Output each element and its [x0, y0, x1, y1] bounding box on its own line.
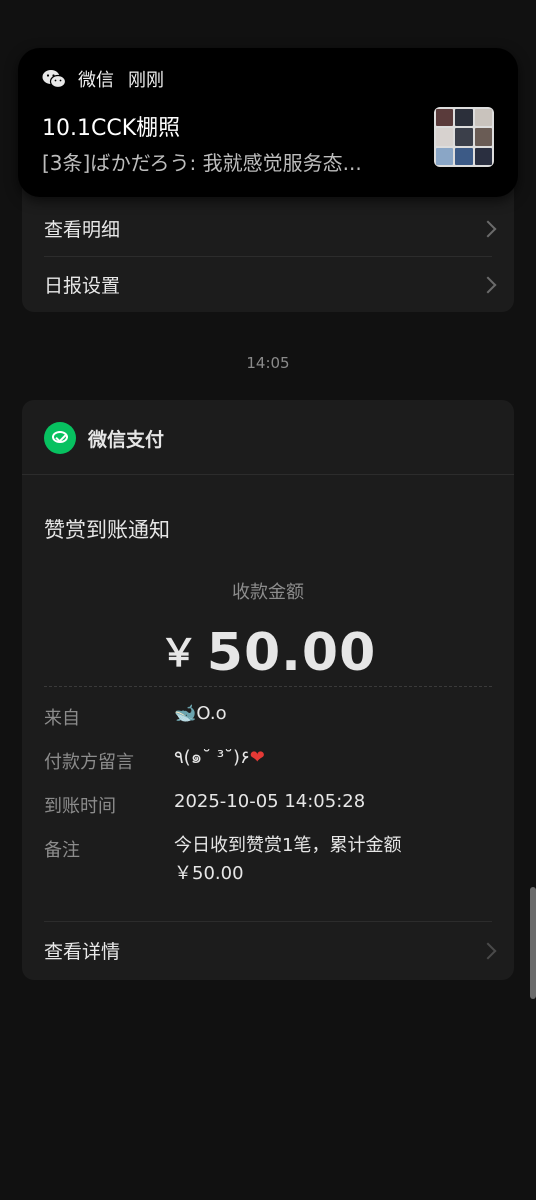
chevron-right-icon	[479, 220, 497, 237]
field-label: 备注	[44, 840, 80, 861]
notification-header: 微信 刚刚	[42, 66, 164, 92]
chevron-right-icon	[479, 942, 497, 959]
remark-line-2: ￥50.00	[174, 863, 244, 884]
notification-preview: [3条]ばかだろう: 我就感觉服务态...	[42, 151, 362, 175]
notification-app-name: 微信	[78, 70, 114, 91]
field-value: ٩(๑˘ ³˘)۶❤	[174, 744, 265, 772]
wechat-pay-icon	[44, 422, 76, 454]
chevron-right-icon	[479, 276, 497, 293]
field-label: 来自	[44, 708, 80, 729]
payer-message-text: ٩(๑˘ ³˘)۶	[174, 747, 250, 768]
view-full-details-row[interactable]: 查看详情	[22, 923, 514, 978]
amount-value: ￥ 50.00	[22, 622, 514, 683]
dashed-divider	[44, 686, 492, 687]
wechat-icon	[42, 70, 66, 89]
field-label: 到账时间	[44, 796, 116, 817]
field-value: 2025-10-05 14:05:28	[174, 791, 366, 812]
currency-symbol: ￥	[159, 631, 199, 675]
amount-label: 收款金额	[232, 582, 304, 603]
notification-banner[interactable]: 微信 刚刚 10.1CCK棚照 [3条]ばかだろう: 我就感觉服务态...	[18, 48, 518, 197]
field-value: 🐋O.o	[174, 703, 227, 724]
message-timestamp: 14:05	[246, 354, 290, 372]
pay-brand-name: 微信支付	[88, 428, 165, 451]
pay-brand-header: 微信支付	[44, 422, 164, 454]
group-avatar	[434, 107, 494, 167]
daily-report-settings-label: 日报设置	[44, 275, 121, 297]
field-label: 付款方留言	[44, 752, 134, 773]
view-details-row[interactable]: 查看明细	[22, 201, 514, 256]
divider	[22, 474, 514, 475]
heart-icon: ❤	[249, 747, 265, 768]
view-details-label: 查看明细	[44, 219, 121, 241]
remark-line-1: 今日收到赞赏1笔，累计金额	[174, 835, 402, 856]
notification-time: 刚刚	[128, 70, 164, 91]
notice-title: 赞赏到账通知	[44, 518, 170, 542]
view-full-details-label: 查看详情	[44, 941, 121, 963]
payment-notification-card[interactable]: 微信支付 赞赏到账通知 收款金额 ￥ 50.00 来自 🐋O.o 付款方留言 ٩(…	[22, 400, 514, 980]
amount-number: 50.00	[206, 623, 377, 683]
notification-title: 10.1CCK棚照	[42, 116, 181, 141]
scrollbar[interactable]	[530, 887, 536, 999]
daily-report-settings-row[interactable]: 日报设置	[22, 257, 514, 312]
field-value: 今日收到赞赏1笔，累计金额 ￥50.00	[174, 832, 401, 888]
divider	[44, 921, 492, 922]
